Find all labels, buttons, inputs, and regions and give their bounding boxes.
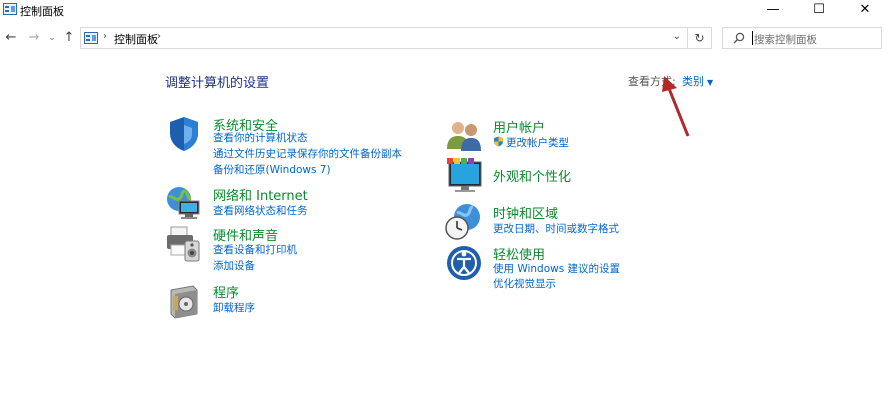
- link-change-account-type[interactable]: 更改帐户类型: [493, 135, 569, 150]
- programs-icon: [170, 285, 198, 319]
- clock-globe-icon: [445, 204, 480, 240]
- refresh-button[interactable]: ↻: [688, 27, 712, 49]
- title-bar: 控制面板 — ☐ ✕: [0, 0, 889, 22]
- link-backup-restore[interactable]: 备份和还原(Windows 7): [213, 162, 331, 177]
- control-panel-icon: [84, 32, 98, 44]
- uac-shield-icon: [494, 136, 503, 147]
- network-globe-icon: [167, 187, 200, 219]
- users-icon: [447, 122, 481, 151]
- search-box[interactable]: 搜索控制面板: [722, 27, 882, 49]
- link-file-history[interactable]: 通过文件历史记录保存你的文件备份副本: [213, 146, 402, 161]
- printer-icon: [167, 226, 200, 262]
- link-view-computer-status[interactable]: 查看你的计算机状态: [213, 130, 308, 145]
- link-add-device[interactable]: 添加设备: [213, 258, 255, 273]
- address-dropdown-button[interactable]: ⌄: [673, 31, 681, 42]
- breadcrumb-separator[interactable]: ›: [157, 31, 161, 42]
- breadcrumb-control-panel[interactable]: 控制面板: [114, 31, 158, 47]
- link-devices-printers[interactable]: 查看设备和打印机: [213, 242, 297, 257]
- category-title[interactable]: 网络和 Internet: [213, 185, 308, 204]
- category-title[interactable]: 时钟和区域: [493, 203, 558, 222]
- appearance-monitor-icon: [447, 158, 482, 192]
- link-text: 更改帐户类型: [506, 137, 569, 149]
- up-button[interactable]: ↑: [61, 30, 77, 46]
- minimize-button[interactable]: —: [750, 0, 796, 22]
- navigation-bar: ← → ⌄ ↑ › 控制面板 › ⌄ ↻ 搜索控制面板: [0, 24, 889, 54]
- category-title[interactable]: 程序: [213, 282, 239, 301]
- link-date-time-format[interactable]: 更改日期、时间或数字格式: [493, 221, 619, 236]
- annotation-arrow: [662, 76, 690, 137]
- category-title[interactable]: 外观和个性化: [493, 166, 571, 185]
- address-bar[interactable]: › 控制面板 › ⌄: [80, 27, 688, 49]
- recent-locations-button[interactable]: ⌄: [44, 30, 60, 46]
- breadcrumb-separator[interactable]: ›: [103, 31, 107, 42]
- shield-icon: [170, 117, 198, 151]
- window-title: 控制面板: [20, 5, 64, 18]
- close-button[interactable]: ✕: [842, 0, 888, 22]
- search-icon: [733, 32, 745, 44]
- link-optimize-visual-display[interactable]: 优化视觉显示: [493, 276, 556, 291]
- link-recommended-settings[interactable]: 使用 Windows 建议的设置: [493, 261, 620, 276]
- search-input[interactable]: 搜索控制面板: [754, 32, 817, 47]
- control-panel-icon: [3, 3, 17, 15]
- category-title[interactable]: 用户帐户: [493, 117, 545, 136]
- back-button[interactable]: ←: [3, 30, 19, 46]
- link-uninstall-program[interactable]: 卸载程序: [213, 300, 255, 315]
- page-title: 调整计算机的设置: [165, 76, 270, 91]
- link-network-status[interactable]: 查看网络状态和任务: [213, 203, 308, 218]
- forward-button[interactable]: →: [26, 30, 42, 46]
- caret-down-icon: ▼: [707, 78, 714, 87]
- text-cursor: [752, 31, 753, 45]
- maximize-button[interactable]: ☐: [796, 0, 842, 22]
- ease-of-access-icon: [447, 246, 481, 280]
